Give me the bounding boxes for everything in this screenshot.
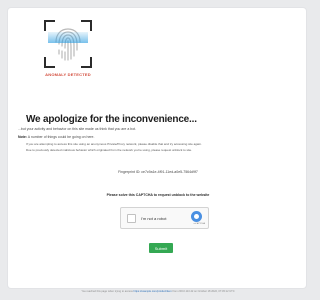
captcha-checkbox[interactable]	[127, 214, 136, 223]
reason-list: If you are attempting to access this sit…	[20, 142, 288, 153]
recaptcha-widget[interactable]: I'm not a robot reCAPTCHA	[120, 207, 209, 229]
footer-after: from 203.0.113.42 on October 18 2022, 07…	[172, 290, 235, 293]
note-label: Note:	[18, 135, 27, 139]
scan-frame	[44, 20, 92, 68]
anomaly-logo: ANOMALY DETECTED	[44, 20, 92, 82]
logo-caption: ANOMALY DETECTED	[45, 72, 91, 77]
scan-highlight	[48, 32, 88, 43]
list-item: Due to previously detected malicious beh…	[26, 148, 288, 152]
captcha-label: I'm not a robot	[141, 216, 167, 221]
recaptcha-brand: reCAPTCHA	[193, 223, 205, 225]
submit-button[interactable]: Submit	[149, 243, 173, 253]
footer-link[interactable]: https://example.com/product/item	[134, 290, 172, 293]
intro-text: ...but your activity and behavior on thi…	[18, 127, 137, 131]
recaptcha-icon	[191, 211, 202, 222]
footer-before: You reached this page when trying to acc…	[81, 290, 133, 293]
captcha-prompt: Please solve this CAPTCHA to request unb…	[106, 193, 210, 197]
fingerprint-notice: Fingerprint ID: ce7c9a1e-4f91-11ed-a0e5-…	[118, 170, 198, 174]
note-text: A number of things could be going on her…	[27, 135, 95, 139]
list-item: If you are attempting to access this sit…	[26, 142, 288, 146]
note-line: Note: A number of things could be going …	[18, 135, 94, 139]
page-title: We apologize for the inconvenience...	[26, 114, 197, 125]
footer-text: You reached this page when trying to acc…	[0, 290, 316, 293]
